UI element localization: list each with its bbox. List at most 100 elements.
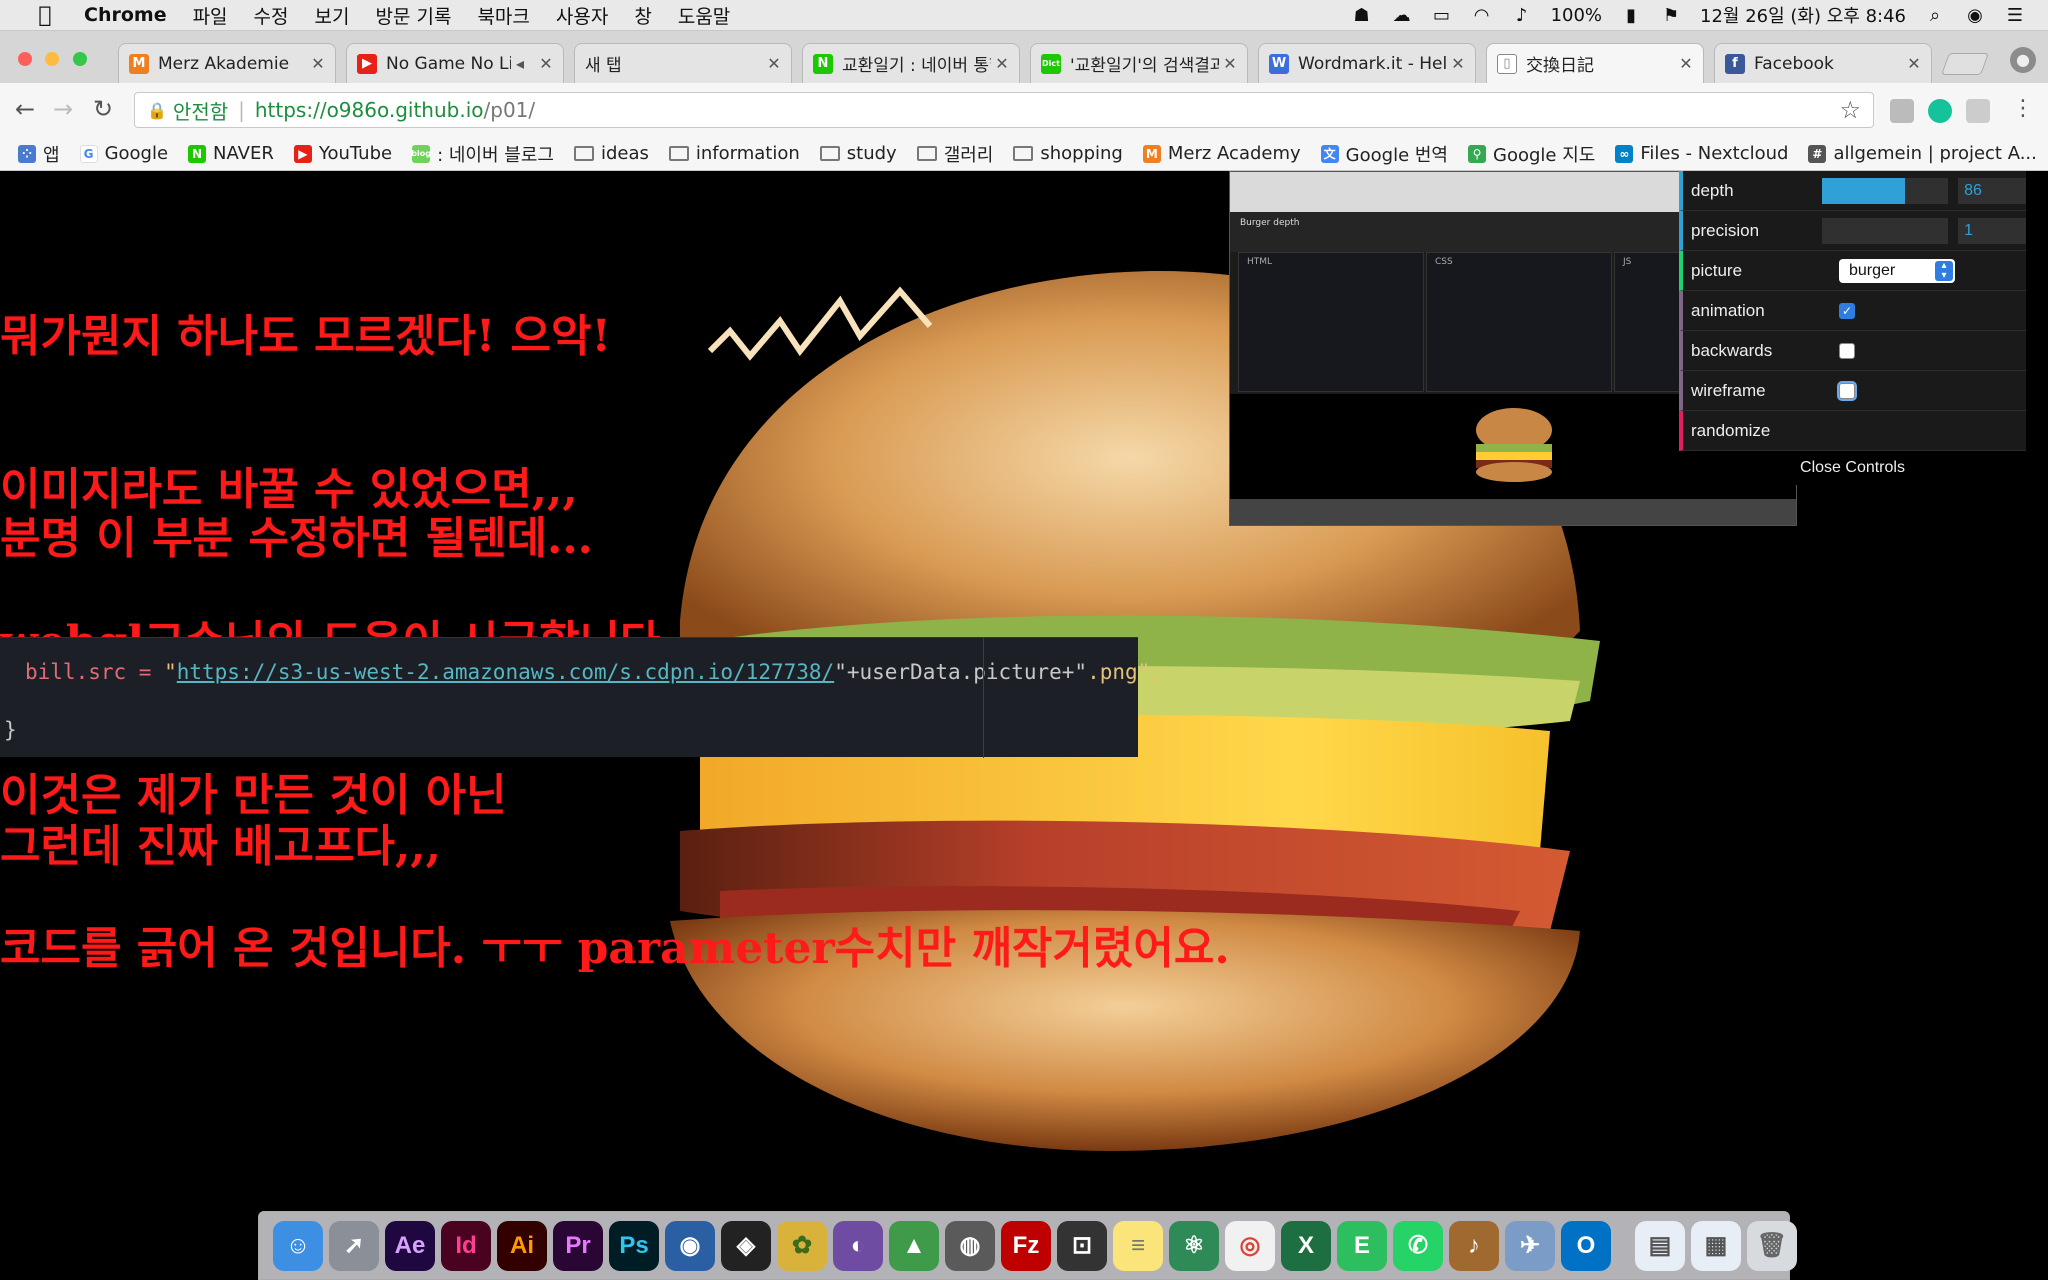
- tab-close-icon[interactable]: ✕: [1219, 54, 1241, 73]
- bookmark-apps[interactable]: ⁘ 앱: [18, 141, 60, 167]
- tab-new-tab[interactable]: 새 탭 ✕: [574, 43, 792, 83]
- bookmark-google-translate[interactable]: 文 Google 번역: [1320, 141, 1448, 167]
- filezilla-icon[interactable]: Fz: [1001, 1220, 1051, 1271]
- battery-percent[interactable]: 100%: [1551, 5, 1602, 26]
- excel-icon[interactable]: X: [1281, 1220, 1331, 1271]
- menu-view[interactable]: 보기: [315, 2, 350, 29]
- menu-app-name[interactable]: Chrome: [84, 4, 167, 26]
- illustrator-icon[interactable]: Ai: [497, 1220, 547, 1271]
- android-studio-icon[interactable]: ▲: [889, 1220, 939, 1271]
- tab-facebook[interactable]: f Facebook ✕: [1714, 43, 1932, 83]
- folder-downloads-icon[interactable]: ▦: [1691, 1220, 1741, 1271]
- github-icon[interactable]: ◐: [833, 1220, 883, 1271]
- apple-icon[interactable]: : [30, 3, 60, 28]
- volume-icon[interactable]: ♪: [1511, 5, 1533, 26]
- photoshop-icon[interactable]: Ps: [609, 1220, 659, 1271]
- depth-number-input[interactable]: 86: [1958, 177, 2026, 204]
- tab-close-icon[interactable]: ✕: [1675, 54, 1697, 73]
- menu-history[interactable]: 방문 기록: [375, 2, 451, 29]
- cinema4d-icon[interactable]: ◉: [665, 1220, 715, 1271]
- evernote-status-icon[interactable]: ☗: [1351, 5, 1373, 26]
- menu-window[interactable]: 창: [634, 2, 651, 29]
- bookmark-folder-ideas[interactable]: ideas: [573, 143, 649, 164]
- tab-close-icon[interactable]: ✕: [535, 54, 557, 73]
- wireframe-checkbox[interactable]: [1839, 382, 1855, 399]
- menu-file[interactable]: 파일: [193, 2, 228, 29]
- folder-docs-icon[interactable]: ▤: [1635, 1220, 1685, 1271]
- bookmark-nextcloud[interactable]: ∞ Files - Nextcloud: [1615, 143, 1788, 164]
- animation-checkbox[interactable]: ✓: [1839, 302, 1855, 319]
- address-bar[interactable]: 🔒 안전함 | https://o986o.github.io /p01/ ☆: [134, 92, 1874, 128]
- atom-icon[interactable]: ⚛: [1169, 1220, 1219, 1271]
- code-url-link[interactable]: https://s3-us-west-2.amazonaws.com/s.cdp…: [177, 660, 834, 684]
- gui-randomize-button[interactable]: randomize: [1679, 411, 2026, 451]
- tab-close-icon[interactable]: ✕: [1903, 54, 1925, 73]
- bookmark-naver[interactable]: N NAVER: [188, 143, 274, 164]
- after-effects-icon[interactable]: Ae: [385, 1220, 435, 1271]
- menu-edit[interactable]: 수정: [254, 2, 289, 29]
- bookmark-folder-shopping[interactable]: shopping: [1013, 143, 1123, 164]
- window-close-button[interactable]: [18, 52, 32, 66]
- premiere-icon[interactable]: Pr: [553, 1220, 603, 1271]
- extension-camera-icon[interactable]: [1966, 99, 1990, 123]
- backwards-checkbox[interactable]: [1839, 342, 1855, 359]
- reload-icon[interactable]: ↻: [88, 94, 118, 124]
- precision-slider[interactable]: [1822, 217, 1949, 244]
- input-source-flag-icon[interactable]: ⚑: [1660, 5, 1682, 26]
- finder-icon[interactable]: ☺: [273, 1220, 323, 1271]
- window-minimize-button[interactable]: [45, 52, 59, 66]
- picture-select[interactable]: burger ▴ ▾: [1839, 258, 1955, 283]
- chrome-menu-icon[interactable]: ⋮: [2008, 94, 2038, 124]
- bookmark-allgemein[interactable]: # allgemein | project A...: [1808, 143, 2037, 164]
- bookmark-merz-academy[interactable]: M Merz Academy: [1142, 143, 1301, 164]
- extension-icon[interactable]: [1890, 99, 1914, 123]
- chrome-icon[interactable]: ◎: [1225, 1220, 1275, 1271]
- grammarly-icon[interactable]: [1928, 99, 1952, 123]
- spotlight-search-icon[interactable]: ⌕: [1924, 5, 1946, 26]
- bookmark-star-icon[interactable]: ☆: [1839, 96, 1861, 124]
- back-arrow-icon[interactable]: ←: [10, 94, 40, 124]
- new-tab-button[interactable]: [1940, 53, 1990, 75]
- forward-arrow-icon[interactable]: →: [48, 94, 78, 124]
- notes-icon[interactable]: ≡: [1113, 1220, 1163, 1271]
- guitar-icon[interactable]: ♪: [1449, 1220, 1499, 1271]
- tab-active-exchange-diary[interactable]: ▯ 交換日記 ✕: [1486, 43, 1704, 83]
- tab-close-icon[interactable]: ✕: [763, 54, 785, 73]
- precision-number-input[interactable]: 1: [1958, 217, 2026, 244]
- battery-icon[interactable]: ▮: [1620, 5, 1642, 26]
- outlook-icon[interactable]: O: [1561, 1220, 1611, 1271]
- indesign-icon[interactable]: Id: [441, 1220, 491, 1271]
- launchpad-icon[interactable]: ➚: [329, 1220, 379, 1271]
- bookmark-folder-information[interactable]: information: [668, 143, 800, 164]
- whatsapp-icon[interactable]: ✆: [1393, 1220, 1443, 1271]
- cloud-status-icon[interactable]: ☁: [1391, 5, 1413, 26]
- tab-dict-search[interactable]: Dict '교환일기'의 검색결과 ✕: [1030, 43, 1248, 83]
- bookmark-naver-blog[interactable]: blog: 네이버 블로그: [411, 141, 554, 167]
- siri-icon[interactable]: ◉: [1964, 5, 1986, 26]
- processing-icon[interactable]: ⊡: [1057, 1220, 1107, 1271]
- bookmark-youtube[interactable]: ▶ YouTube: [293, 143, 392, 164]
- tab-close-icon[interactable]: ✕: [1447, 54, 1469, 73]
- tab-audio-icon[interactable]: ◂: [511, 54, 529, 73]
- bookmark-google-maps[interactable]: ⚲ Google 지도: [1468, 141, 1595, 167]
- tab-wordmark[interactable]: W Wordmark.it - Help ✕: [1258, 43, 1476, 83]
- profile-icon[interactable]: ●: [2010, 47, 2036, 73]
- preview-icon[interactable]: ✈: [1505, 1220, 1555, 1271]
- wifi-icon[interactable]: ◠: [1471, 5, 1493, 26]
- trash-icon[interactable]: 🗑: [1747, 1220, 1797, 1271]
- menu-clock[interactable]: 12월 26일 (화) 오후 8:46: [1700, 2, 1906, 28]
- pineapple-icon[interactable]: ✿: [777, 1220, 827, 1271]
- close-controls-button[interactable]: Close Controls: [1679, 451, 2026, 485]
- evernote-icon[interactable]: E: [1337, 1220, 1387, 1271]
- depth-slider[interactable]: [1822, 177, 1949, 204]
- airplay-icon[interactable]: ▭: [1431, 5, 1453, 26]
- bookmark-folder-gallery[interactable]: 갤러리: [916, 141, 993, 167]
- bookmark-google[interactable]: G Google: [79, 143, 168, 164]
- tab-merz-akademie[interactable]: M Merz Akademie ✕: [118, 43, 336, 83]
- menu-people[interactable]: 사용자: [556, 2, 608, 29]
- tab-close-icon[interactable]: ✕: [307, 54, 329, 73]
- notification-center-icon[interactable]: ☰: [2004, 5, 2026, 26]
- sequel-icon[interactable]: ◍: [945, 1220, 995, 1271]
- window-zoom-button[interactable]: [73, 52, 87, 66]
- unity-icon[interactable]: ◈: [721, 1220, 771, 1271]
